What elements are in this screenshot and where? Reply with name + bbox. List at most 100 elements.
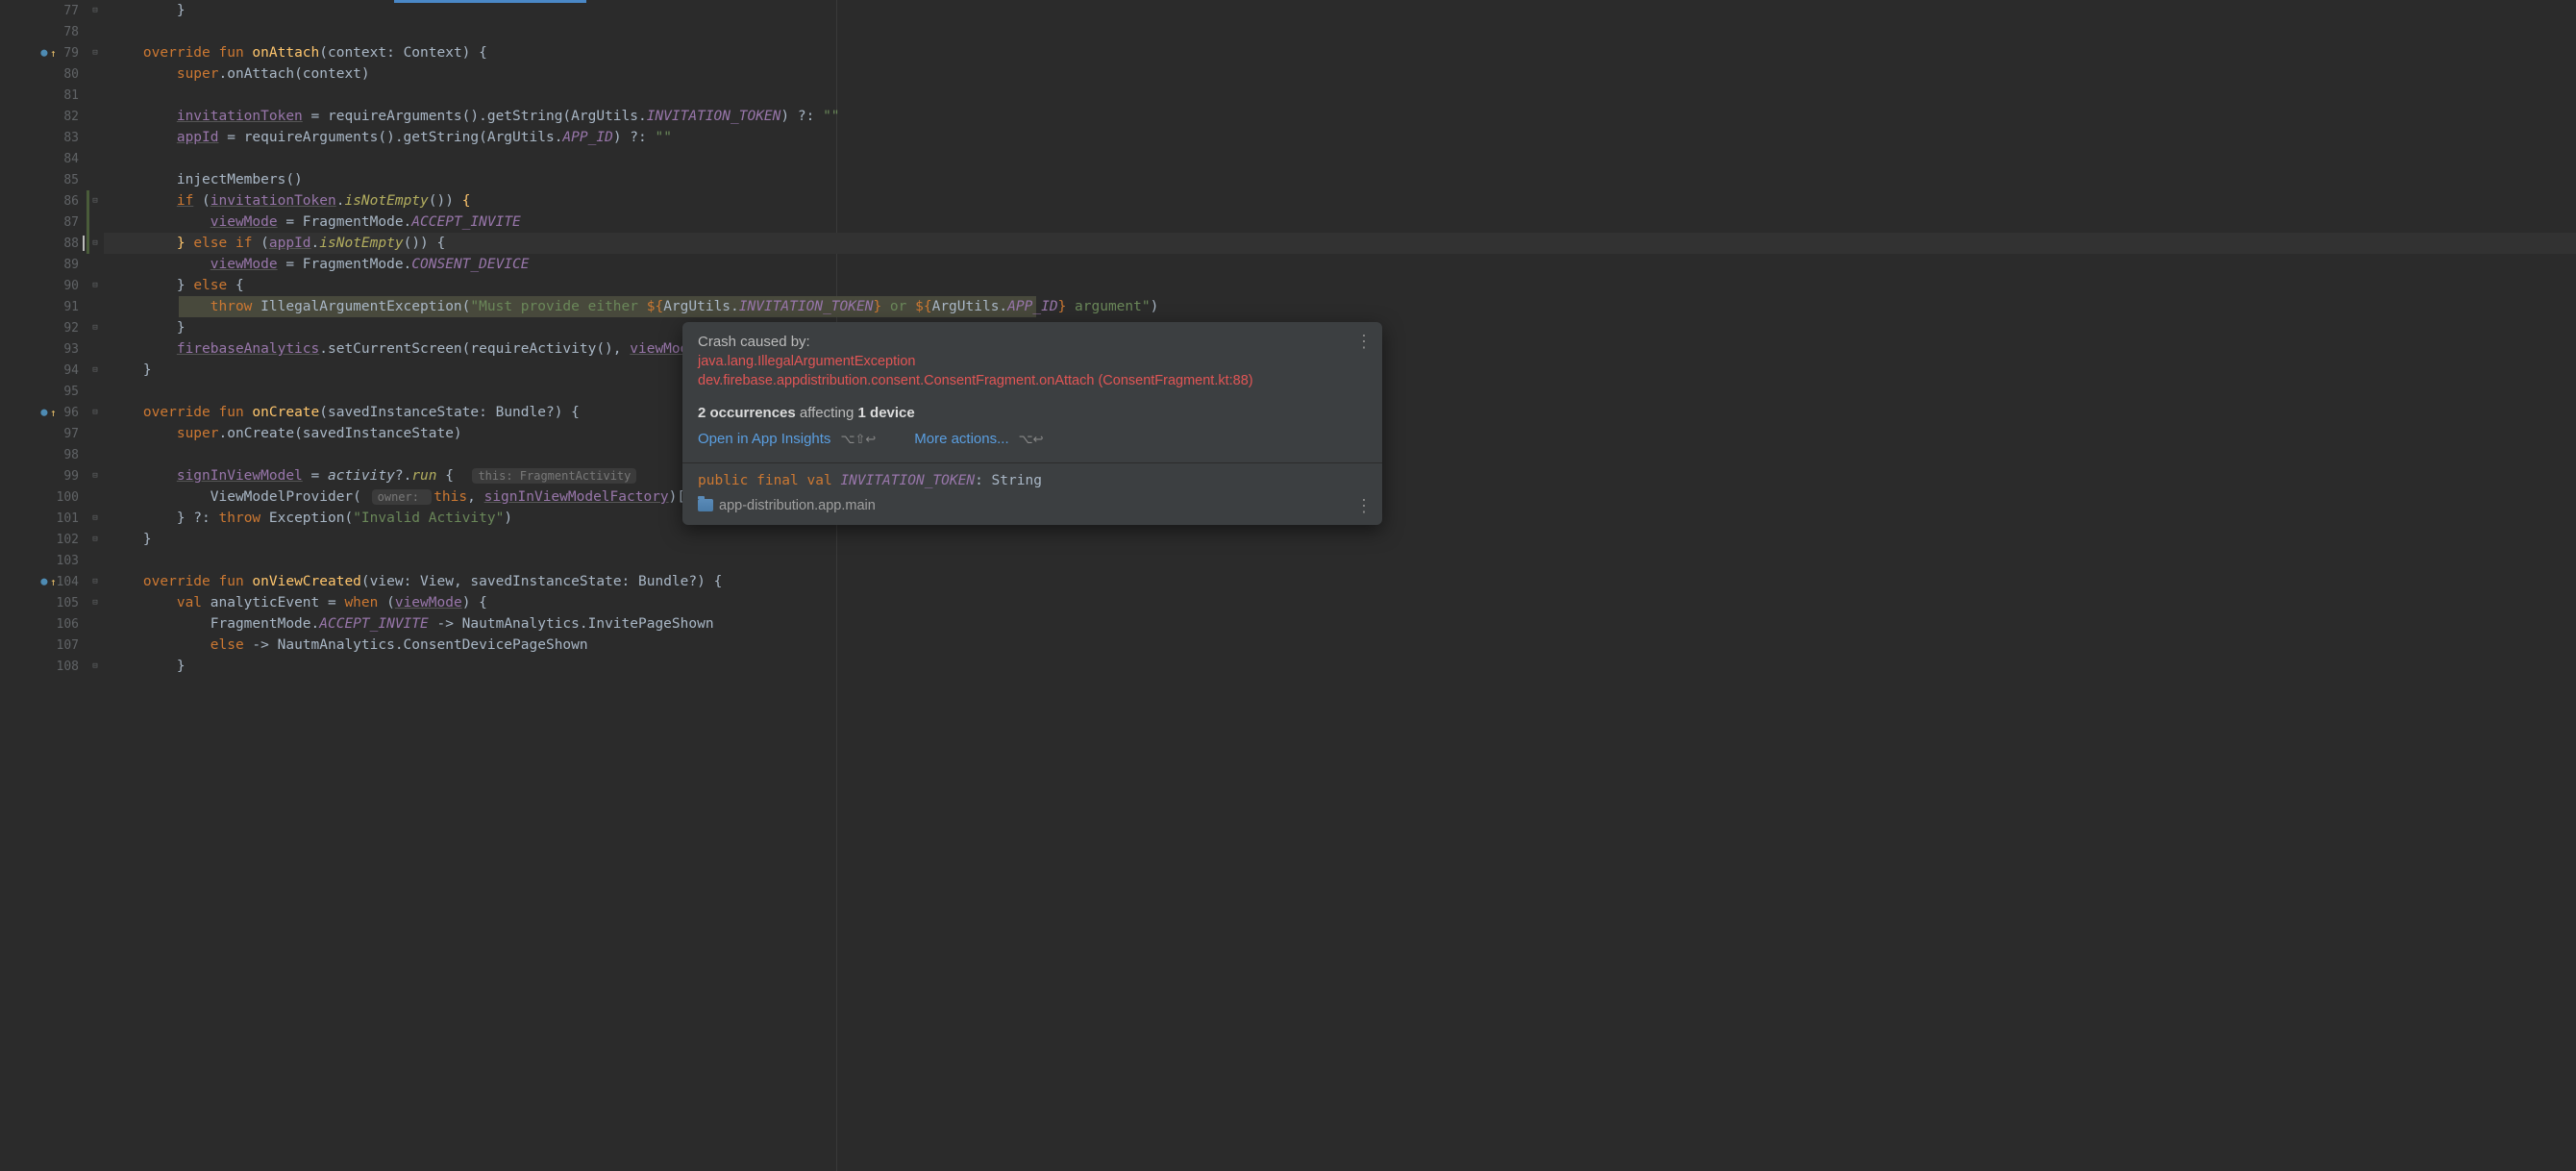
gutter-row[interactable]: 89 [0,254,87,275]
fold-row[interactable]: ⊟ [87,529,104,550]
fold-toggle-icon[interactable]: ⊟ [92,513,97,523]
fold-toggle-icon[interactable]: ⊟ [92,661,97,671]
fold-row[interactable] [87,444,104,465]
override-marker-icon[interactable]: ⬤ [40,409,48,416]
code-line[interactable]: } [104,529,2576,550]
fold-toggle-icon[interactable]: ⊟ [92,471,97,481]
gutter-row[interactable]: 87 [0,212,87,233]
gutter-row[interactable]: 91 [0,296,87,317]
gutter-row[interactable]: 101 [0,508,87,529]
fold-row[interactable] [87,63,104,85]
gutter-row[interactable]: 81 [0,85,87,106]
line-number-gutter[interactable]: 7778⬤↑7980818283848586878889909192939495… [0,0,87,1171]
code-line[interactable]: } [104,656,2576,677]
gutter-row[interactable]: 92 [0,317,87,338]
code-line[interactable]: super.onAttach(context) [104,63,2576,85]
gutter-row[interactable]: 80 [0,63,87,85]
fold-row[interactable] [87,635,104,656]
code-line[interactable]: appId = requireArguments().getString(Arg… [104,127,2576,148]
gutter-row[interactable]: 90 [0,275,87,296]
fold-row[interactable]: ⊟ [87,317,104,338]
fold-row[interactable] [87,21,104,42]
fold-row[interactable]: ⊟ [87,465,104,486]
gutter-row[interactable]: 86 [0,190,87,212]
code-line[interactable]: if (invitationToken.isNotEmpty()) { [104,190,2576,212]
code-line[interactable]: override fun onAttach(context: Context) … [104,42,2576,63]
code-line[interactable]: FragmentMode.ACCEPT_INVITE -> NautmAnaly… [104,613,2576,635]
fold-row[interactable]: ⊟ [87,571,104,592]
fold-row[interactable] [87,254,104,275]
fold-toggle-icon[interactable]: ⊟ [92,408,97,417]
code-line[interactable]: val analyticEvent = when (viewMode) { [104,592,2576,613]
code-line[interactable]: injectMembers() [104,169,2576,190]
fold-row[interactable] [87,338,104,360]
fold-toggle-icon[interactable]: ⊟ [92,238,97,248]
fold-row[interactable] [87,486,104,508]
code-line[interactable]: else -> NautmAnalytics.ConsentDevicePage… [104,635,2576,656]
fold-toggle-icon[interactable]: ⊟ [92,577,97,586]
fold-row[interactable]: ⊟ [87,275,104,296]
fold-column[interactable]: ⊟ ⊟ ⊟ ⊟ ⊟ ⊟ ⊟ ⊟ ⊟ ⊟ ⊟ ⊟ ⊟ ⊟ [87,0,104,1171]
fold-row[interactable]: ⊟ [87,656,104,677]
fold-toggle-icon[interactable]: ⊟ [92,6,97,15]
gutter-row[interactable]: 82 [0,106,87,127]
fold-row[interactable] [87,85,104,106]
code-line[interactable] [104,21,2576,42]
fold-row[interactable]: ⊟ [87,402,104,423]
fold-row[interactable] [87,613,104,635]
popup-module-more-icon[interactable]: ⋮ [1355,496,1373,516]
fold-row[interactable]: ⊟ [87,592,104,613]
code-area[interactable]: } override fun onAttach(context: Context… [104,0,2576,1171]
code-line[interactable]: } else if (appId.isNotEmpty()) { [104,233,2576,254]
fold-toggle-icon[interactable]: ⊟ [92,535,97,544]
fold-row[interactable]: ⊟ [87,360,104,381]
gutter-row[interactable]: 77 [0,0,87,21]
gutter-row[interactable]: 97 [0,423,87,444]
fold-row[interactable] [87,127,104,148]
code-line[interactable] [104,550,2576,571]
fold-row[interactable]: ⊟ [87,42,104,63]
popup-more-icon[interactable]: ⋮ [1355,332,1373,352]
gutter-row[interactable]: 107 [0,635,87,656]
gutter-row[interactable]: 102 [0,529,87,550]
fold-row[interactable] [87,423,104,444]
fold-row[interactable] [87,212,104,233]
gutter-row[interactable]: ⬤↑104 [0,571,87,592]
gutter-row[interactable]: 84 [0,148,87,169]
gutter-row[interactable]: 93 [0,338,87,360]
gutter-row[interactable]: 105 [0,592,87,613]
more-actions-link[interactable]: More actions... [914,431,1008,447]
gutter-row[interactable]: 108 [0,656,87,677]
fold-row[interactable]: ⊟ [87,0,104,21]
gutter-row[interactable]: 106 [0,613,87,635]
code-line[interactable] [104,148,2576,169]
gutter-row[interactable]: ⬤↑79 [0,42,87,63]
fold-toggle-icon[interactable]: ⊟ [92,196,97,206]
fold-toggle-icon[interactable]: ⊟ [92,323,97,333]
code-line[interactable]: } [104,0,2576,21]
gutter-row[interactable]: 83 [0,127,87,148]
code-line[interactable] [104,85,2576,106]
gutter-row[interactable]: 99 [0,465,87,486]
fold-toggle-icon[interactable]: ⊟ [92,48,97,58]
fold-row[interactable]: ⊟ [87,508,104,529]
code-line[interactable]: viewMode = FragmentMode.CONSENT_DEVICE [104,254,2576,275]
fold-row[interactable]: ⊟ [87,190,104,212]
gutter-row[interactable]: ⬤↑96 [0,402,87,423]
fold-toggle-icon[interactable]: ⊟ [92,365,97,375]
gutter-row[interactable]: 100 [0,486,87,508]
fold-row[interactable] [87,381,104,402]
code-line[interactable]: throw IllegalArgumentException("Must pro… [104,296,2576,317]
code-line[interactable]: viewMode = FragmentMode.ACCEPT_INVITE [104,212,2576,233]
gutter-row[interactable]: 94 [0,360,87,381]
gutter-row[interactable]: 103 [0,550,87,571]
fold-toggle-icon[interactable]: ⊟ [92,598,97,608]
gutter-row[interactable]: 78 [0,21,87,42]
fold-toggle-icon[interactable]: ⊟ [92,281,97,290]
gutter-row[interactable]: 85 [0,169,87,190]
fold-row[interactable]: ⊟ [87,233,104,254]
fold-row[interactable] [87,106,104,127]
fold-row[interactable] [87,148,104,169]
override-marker-icon[interactable]: ⬤ [40,578,48,586]
code-line[interactable]: override fun onViewCreated(view: View, s… [104,571,2576,592]
